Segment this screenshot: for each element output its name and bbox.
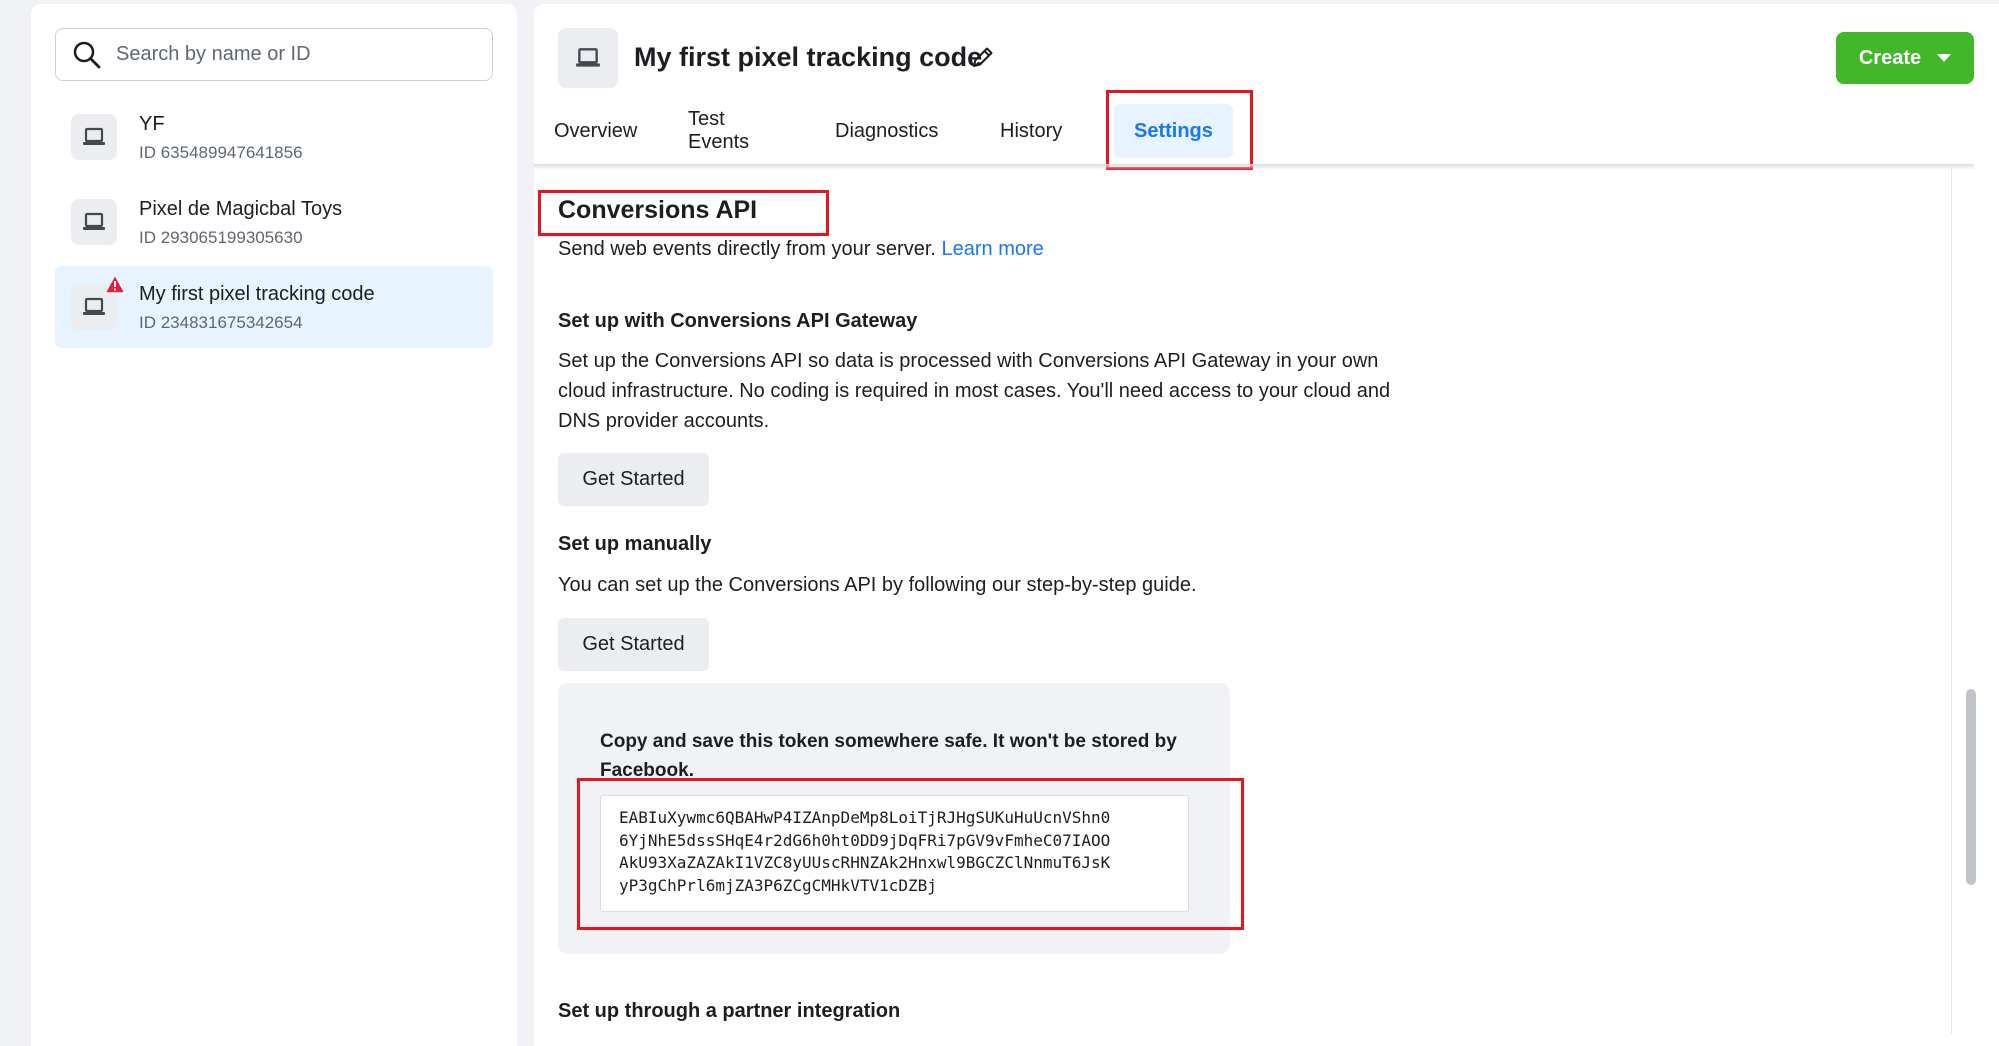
caret-down-icon xyxy=(1937,54,1952,62)
search-box[interactable] xyxy=(55,28,493,81)
pixel-list-item-yf[interactable]: YF ID 635489947641856 xyxy=(55,96,493,178)
laptop-icon xyxy=(71,199,117,245)
laptop-icon xyxy=(558,28,618,88)
gateway-get-started-button[interactable]: Get Started xyxy=(558,453,709,506)
pixel-id: ID 234831675342654 xyxy=(139,313,303,332)
token-save-message: Copy and save this token somewhere safe.… xyxy=(600,731,1177,781)
pixel-list-item-magicbal[interactable]: Pixel de Magicbal Toys ID 29306519930563… xyxy=(55,181,493,263)
pixel-name: YF xyxy=(139,113,165,135)
laptop-icon xyxy=(71,274,126,330)
page-title: My first pixel tracking code xyxy=(634,42,983,72)
tab-history[interactable]: History xyxy=(980,104,1082,158)
pixel-name: Pixel de Magicbal Toys xyxy=(139,198,343,220)
conversions-api-highlight xyxy=(538,190,829,236)
search-input[interactable] xyxy=(114,42,474,67)
tab-test-events[interactable]: Test Events xyxy=(668,104,769,158)
search-icon xyxy=(73,41,101,68)
laptop-icon xyxy=(71,114,117,160)
gateway-description: Set up the Conversions API so data is pr… xyxy=(558,350,1391,432)
gateway-heading: Set up with Conversions API Gateway xyxy=(558,310,918,332)
pixel-name: My first pixel tracking code xyxy=(139,283,375,305)
access-token-highlight xyxy=(577,778,1244,930)
pixel-details-panel: My first pixel tracking code Create Over… xyxy=(534,4,1999,1046)
conversions-api-description: Send web events directly from your serve… xyxy=(558,238,1044,260)
partner-integration-heading: Set up through a partner integration xyxy=(558,1000,901,1022)
scrollbar[interactable] xyxy=(1951,164,1989,1034)
tab-overview[interactable]: Overview xyxy=(534,104,657,158)
scrollbar-thumb[interactable] xyxy=(1966,689,1976,885)
pencil-icon[interactable] xyxy=(970,44,996,70)
learn-more-link[interactable]: Learn more xyxy=(942,238,1044,260)
pixel-id: ID 635489947641856 xyxy=(139,143,303,162)
manual-heading: Set up manually xyxy=(558,533,712,555)
create-button[interactable]: Create xyxy=(1836,32,1974,84)
create-label: Create xyxy=(1858,46,1922,69)
manual-get-started-button[interactable]: Get Started xyxy=(558,618,709,671)
settings-tab-highlight xyxy=(1106,90,1253,170)
pixel-id: ID 293065199305630 xyxy=(139,228,303,247)
tab-diagnostics[interactable]: Diagnostics xyxy=(815,104,958,158)
tab-bar-divider xyxy=(534,164,1974,170)
pixel-list-item-my-first[interactable]: My first pixel tracking code ID 23483167… xyxy=(55,266,493,348)
pixel-sidebar: YF ID 635489947641856 Pixel de Magicbal … xyxy=(31,4,517,1046)
manual-description: You can set up the Conversions API by fo… xyxy=(558,574,1197,596)
warning-icon xyxy=(104,274,126,294)
